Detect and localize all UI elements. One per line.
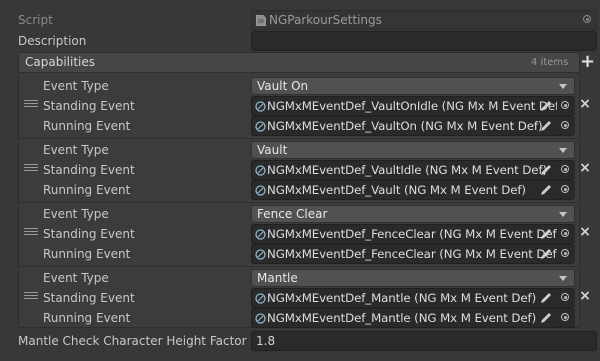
- remove-item-button[interactable]: ×: [578, 97, 592, 111]
- chevron-down-icon: [559, 276, 567, 281]
- running-event-value: NGMxMEventDef_Mantle (NG Mx M Event Def): [267, 311, 537, 325]
- remove-item-button[interactable]: ×: [578, 161, 592, 175]
- running-event-field[interactable]: NGMxMEventDef_Mantle (NG Mx M Event Def): [251, 308, 575, 328]
- running-event-value: NGMxMEventDef_FenceClear (NG Mx M Event …: [267, 247, 562, 261]
- description-field[interactable]: [251, 31, 597, 51]
- standing-event-label: Standing Event: [43, 291, 135, 305]
- item-divider: [19, 138, 579, 139]
- standing-event-field[interactable]: NGMxMEventDef_Mantle (NG Mx M Event Def): [251, 288, 575, 308]
- running-event-label: Running Event: [43, 247, 131, 261]
- script-file-icon: [256, 15, 266, 26]
- object-picker-icon[interactable]: [557, 225, 575, 243]
- edit-pencil-icon[interactable]: [538, 118, 554, 134]
- object-picker-icon[interactable]: [557, 245, 575, 263]
- event-type-label: Event Type: [43, 207, 109, 221]
- running-event-label: Running Event: [43, 311, 131, 325]
- drag-handle-icon[interactable]: [24, 100, 38, 110]
- running-event-field[interactable]: NGMxMEventDef_FenceClear (NG Mx M Event …: [251, 244, 575, 264]
- chevron-down-icon: [559, 212, 567, 217]
- mantle-height-factor-field[interactable]: 1.8: [251, 331, 597, 351]
- drag-handle-icon[interactable]: [24, 164, 38, 174]
- capabilities-count: 4 items: [531, 57, 569, 68]
- event-type-value: Fence Clear: [257, 207, 328, 221]
- event-type-dropdown[interactable]: Vault On: [251, 77, 575, 95]
- script-field: NGParkourSettings: [251, 10, 597, 30]
- standing-event-value: NGMxMEventDef_FenceClear (NG Mx M Event …: [267, 227, 562, 241]
- object-picker-icon[interactable]: [557, 309, 575, 327]
- event-def-icon: [255, 293, 266, 304]
- standing-event-field[interactable]: NGMxMEventDef_VaultOnIdle (NG Mx M Event…: [251, 96, 575, 116]
- item-divider: [19, 266, 579, 267]
- event-type-value: Mantle: [257, 271, 298, 285]
- standing-event-value: NGMxMEventDef_Mantle (NG Mx M Event Def): [267, 291, 537, 305]
- capabilities-title: Capabilities: [25, 55, 95, 69]
- object-picker-icon[interactable]: [557, 181, 575, 199]
- standing-event-field[interactable]: NGMxMEventDef_VaultIdle (NG Mx M Event D…: [251, 160, 575, 180]
- event-def-icon: [255, 165, 266, 176]
- capabilities-header[interactable]: Capabilities 4 items: [18, 52, 580, 73]
- chevron-down-icon: [559, 84, 567, 89]
- object-picker-icon[interactable]: [557, 289, 575, 307]
- script-picker-icon: [579, 11, 595, 29]
- script-value: NGParkourSettings: [269, 13, 382, 27]
- event-def-icon: [255, 101, 266, 112]
- standing-event-field[interactable]: NGMxMEventDef_FenceClear (NG Mx M Event …: [251, 224, 575, 244]
- standing-event-label: Standing Event: [43, 227, 135, 241]
- event-def-icon: [255, 313, 266, 324]
- standing-event-label: Standing Event: [43, 99, 135, 113]
- edit-pencil-icon[interactable]: [538, 246, 554, 262]
- mantle-height-factor-value: 1.8: [256, 334, 276, 348]
- edit-pencil-icon[interactable]: [538, 226, 554, 242]
- add-item-button[interactable]: +: [580, 53, 595, 71]
- running-event-field[interactable]: NGMxMEventDef_Vault (NG Mx M Event Def): [251, 180, 575, 200]
- object-picker-icon[interactable]: [557, 117, 575, 135]
- event-type-label: Event Type: [43, 79, 109, 93]
- drag-handle-icon[interactable]: [24, 292, 38, 302]
- chevron-down-icon: [559, 148, 567, 153]
- edit-pencil-icon[interactable]: [538, 162, 554, 178]
- drag-handle-icon[interactable]: [24, 228, 38, 238]
- remove-item-button[interactable]: ×: [578, 225, 592, 239]
- description-label: Description: [18, 34, 87, 48]
- event-def-icon: [255, 229, 266, 240]
- standing-event-label: Standing Event: [43, 163, 135, 177]
- event-type-value: Vault: [257, 143, 288, 157]
- event-type-label: Event Type: [43, 271, 109, 285]
- running-event-label: Running Event: [43, 119, 131, 133]
- mantle-height-factor-label: Mantle Check Character Height Factor: [18, 334, 247, 348]
- event-type-dropdown[interactable]: Vault: [251, 141, 575, 159]
- event-def-icon: [255, 185, 266, 196]
- standing-event-value: NGMxMEventDef_VaultOnIdle (NG Mx M Event…: [267, 99, 564, 113]
- event-type-label: Event Type: [43, 143, 109, 157]
- running-event-field[interactable]: NGMxMEventDef_VaultOn (NG Mx M Event Def…: [251, 116, 575, 136]
- edit-pencil-icon[interactable]: [538, 182, 554, 198]
- event-def-icon: [255, 121, 266, 132]
- running-event-value: NGMxMEventDef_VaultOn (NG Mx M Event Def…: [267, 119, 543, 133]
- running-event-label: Running Event: [43, 183, 131, 197]
- event-def-icon: [255, 249, 266, 260]
- remove-item-button[interactable]: ×: [578, 289, 592, 303]
- script-label: Script: [18, 13, 53, 27]
- event-type-dropdown[interactable]: Mantle: [251, 269, 575, 287]
- event-type-value: Vault On: [257, 79, 309, 93]
- object-picker-icon[interactable]: [557, 97, 575, 115]
- edit-pencil-icon[interactable]: [538, 310, 554, 326]
- standing-event-value: NGMxMEventDef_VaultIdle (NG Mx M Event D…: [267, 163, 548, 177]
- object-picker-icon[interactable]: [557, 161, 575, 179]
- event-type-dropdown[interactable]: Fence Clear: [251, 205, 575, 223]
- edit-pencil-icon[interactable]: [538, 290, 554, 306]
- running-event-value: NGMxMEventDef_Vault (NG Mx M Event Def): [267, 183, 526, 197]
- item-divider: [19, 202, 579, 203]
- edit-pencil-icon[interactable]: [538, 98, 554, 114]
